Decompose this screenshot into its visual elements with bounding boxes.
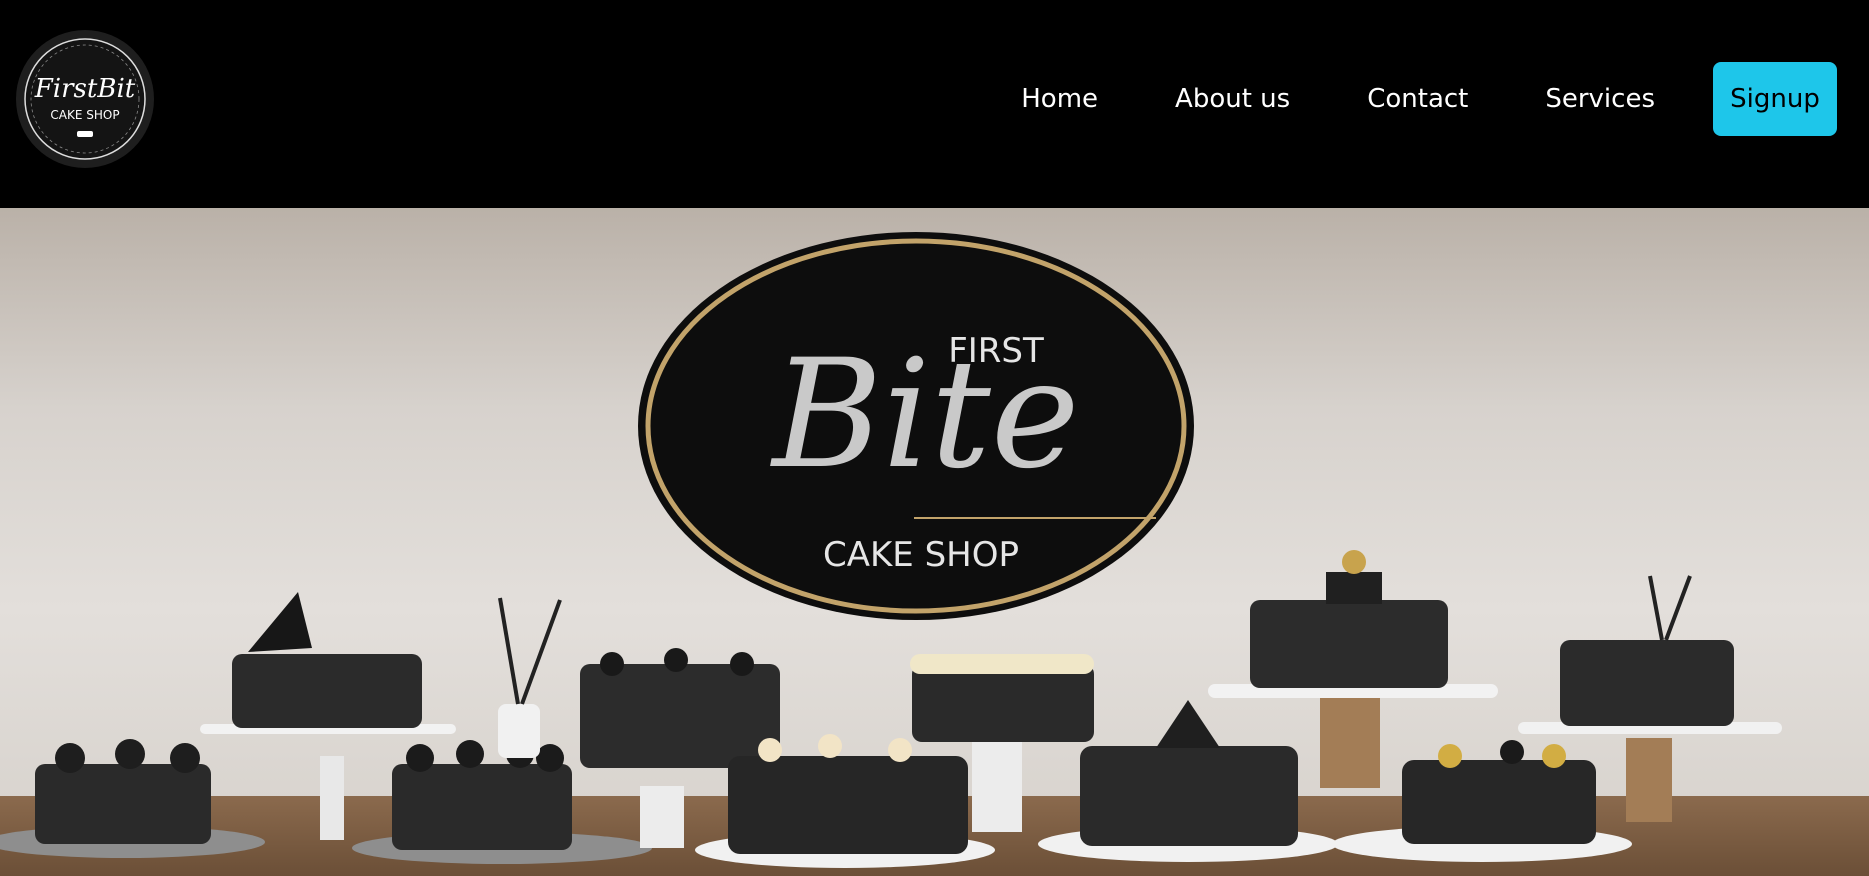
main-nav: Home About us Contact Services Signup: [1021, 62, 1869, 136]
nav-contact-link[interactable]: Contact: [1367, 84, 1468, 114]
logo-emblem-icon: FirstBit CAKE SHOP: [24, 38, 146, 160]
nav-services-link[interactable]: Services: [1545, 84, 1655, 114]
hero-banner: Bite FIRST CAKE SHOP: [0, 208, 1869, 876]
cake-1: [0, 739, 265, 858]
vase-decor: [498, 597, 562, 758]
signup-button[interactable]: Signup: [1713, 62, 1837, 136]
nav-about-link[interactable]: About us: [1175, 84, 1290, 114]
logo-subtitle: CAKE SHOP: [50, 108, 119, 122]
navbar: FirstBit CAKE SHOP Home About us Contact…: [0, 0, 1869, 208]
logo-title: FirstBit: [34, 74, 136, 104]
nav-home-link[interactable]: Home: [1021, 84, 1098, 114]
cake-display: [0, 550, 1782, 868]
brand-logo[interactable]: FirstBit CAKE SHOP: [16, 30, 154, 168]
